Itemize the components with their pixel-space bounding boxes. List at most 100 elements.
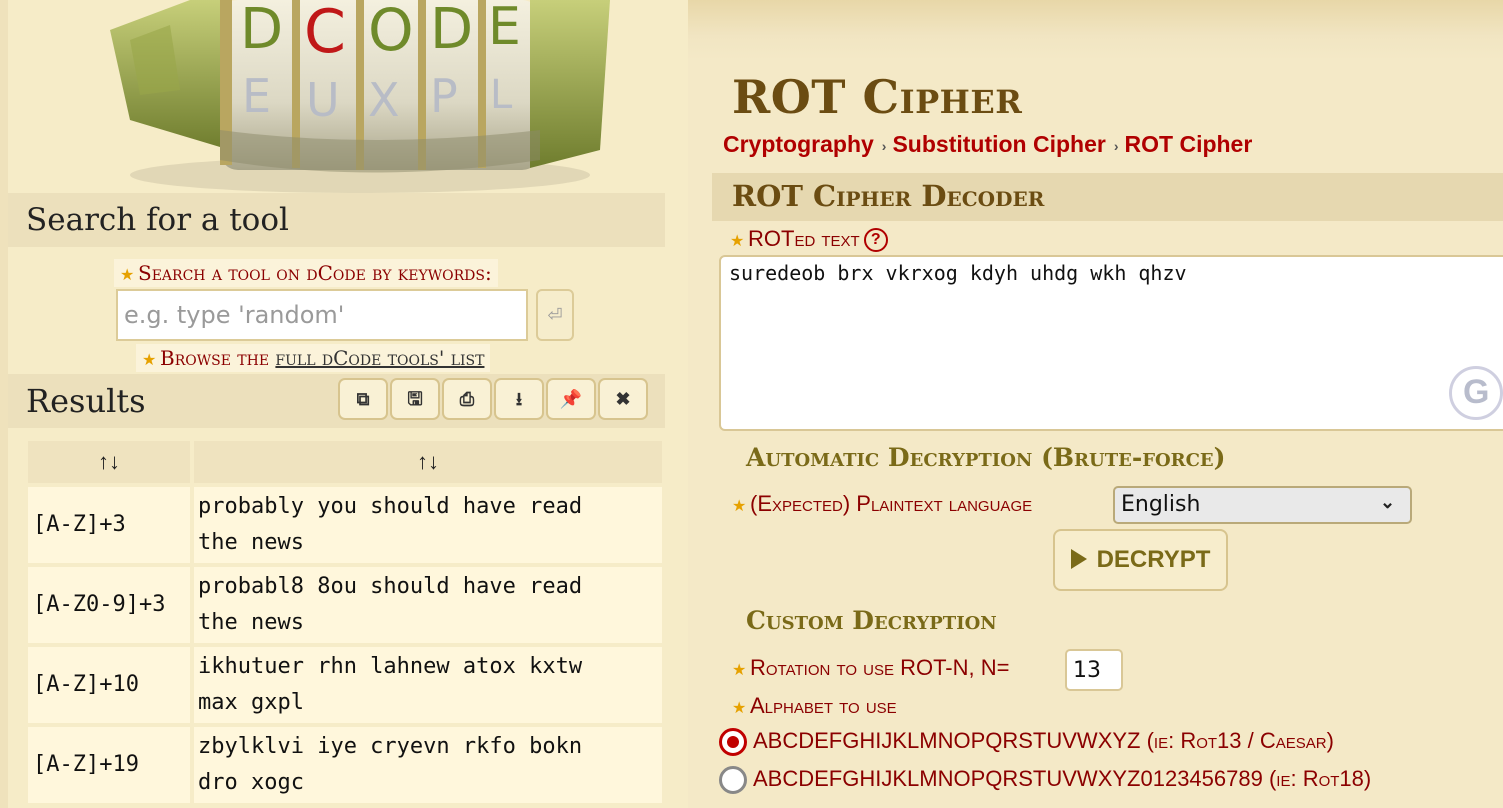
- search-label-text: Search a tool on dCode by keywords:: [138, 261, 492, 285]
- svg-text:D: D: [240, 0, 283, 62]
- table-row[interactable]: [A-Z]+19 zbylklvi iye cryevn rkfo bokn dr…: [28, 727, 662, 803]
- breadcrumb-rot-cipher[interactable]: ROT Cipher: [1125, 131, 1253, 157]
- ciphertext-label-text: ROTed text: [748, 226, 860, 251]
- enter-icon: ⏎: [547, 305, 563, 325]
- alphabet-value: ABCDEFGHIJKLMNOPQRSTUVWXYZ: [753, 728, 1141, 753]
- grammarly-icon[interactable]: [1449, 366, 1503, 420]
- result-text: ikhutuer rhn lahnew atox kxtw max gxpl: [194, 647, 662, 723]
- page-title: ROT Cipher: [732, 70, 1023, 124]
- result-key: [A-Z0-9]+3: [28, 567, 190, 643]
- radio-unchecked[interactable]: [719, 766, 747, 795]
- search-label: ★ Search a tool on dCode by keywords:: [114, 259, 498, 287]
- auto-decryption-title: Automatic Decryption (Brute-force): [746, 443, 1226, 472]
- ciphertext-input[interactable]: suredeob brx vkrxog kdyh uhdg wkh qhzv: [719, 255, 1503, 431]
- close-button[interactable]: ✖: [598, 378, 648, 420]
- sort-header-text[interactable]: ↑↓: [194, 441, 662, 483]
- star-icon: ★: [732, 662, 747, 679]
- decrypt-button[interactable]: DECRYPT: [1053, 529, 1228, 591]
- result-line: the news: [198, 610, 304, 635]
- browse-prefix: Browse the: [160, 346, 276, 370]
- radio-checked[interactable]: [719, 728, 747, 757]
- result-line: probabl8 8ou should have read: [198, 574, 583, 599]
- result-key: [A-Z]+19: [28, 727, 190, 803]
- print-button[interactable]: ⎙: [442, 378, 492, 420]
- alphabet-value: ABCDEFGHIJKLMNOPQRSTUVWXYZ0123456789: [753, 766, 1263, 791]
- svg-text:C: C: [304, 0, 346, 67]
- header-parchment: [688, 0, 1503, 60]
- pin-button[interactable]: 📌: [546, 378, 596, 420]
- results-toolbar: ⧉ 🖫 ⎙ ⭳ 📌 ✖: [338, 378, 648, 420]
- dcode-logo[interactable]: D C O D E E U X P L: [70, 0, 650, 195]
- rotation-label: ★ Rotation to use ROT-N, N=: [732, 655, 1009, 681]
- star-icon: ★: [732, 498, 747, 515]
- breadcrumb: Cryptography › Substitution Cipher › ROT Cip…: [723, 131, 1252, 158]
- result-line: probably you should have read: [198, 494, 583, 519]
- breadcrumb-separator-icon: ›: [881, 137, 887, 154]
- svg-text:E: E: [488, 0, 521, 57]
- sidebar-edge: [0, 0, 8, 808]
- left-sidebar: D C O D E E U X P L Search for a tool ★ S…: [0, 0, 688, 808]
- result-line: ikhutuer rhn lahnew atox kxtw: [198, 654, 583, 679]
- table-row[interactable]: [A-Z]+3 probably you should have read the…: [28, 487, 662, 563]
- language-label: ★ (Expected) Plaintext language: [732, 491, 1032, 517]
- language-select[interactable]: English: [1113, 486, 1412, 524]
- sort-header-key[interactable]: ↑↓: [28, 441, 190, 483]
- svg-text:O: O: [368, 0, 414, 64]
- decoder-title: ROT Cipher Decoder: [732, 179, 1045, 213]
- svg-text:L: L: [490, 72, 513, 118]
- star-icon: ★: [730, 233, 745, 250]
- result-key: [A-Z]+10: [28, 647, 190, 723]
- print-icon: ⎙: [459, 389, 475, 409]
- play-icon: [1070, 549, 1087, 569]
- star-icon: ★: [120, 265, 135, 284]
- table-row[interactable]: [A-Z0-9]+3 probabl8 8ou should have read…: [28, 567, 662, 643]
- result-line: the news: [198, 530, 304, 555]
- results-panel: Results ⧉ 🖫 ⎙ ⭳ 📌 ✖: [8, 374, 665, 428]
- star-icon: ★: [732, 700, 747, 717]
- help-icon[interactable]: ?: [863, 228, 888, 253]
- star-icon: ★: [142, 350, 157, 369]
- rotation-input[interactable]: [1065, 649, 1123, 691]
- svg-text:X: X: [368, 73, 400, 127]
- search-input[interactable]: [116, 289, 528, 341]
- breadcrumb-separator-icon: ›: [1113, 137, 1119, 154]
- results-title: Results: [26, 382, 146, 420]
- breadcrumb-substitution[interactable]: Substitution Cipher: [892, 131, 1105, 157]
- result-text: probabl8 8ou should have read the news: [194, 567, 662, 643]
- chevron-down-icon: ⌄: [1380, 492, 1396, 512]
- result-line: dro xogc: [198, 770, 304, 795]
- browse-tools-link[interactable]: full dCode tools' list: [275, 346, 484, 370]
- alphabet-note: (ie: Rot18): [1268, 766, 1372, 791]
- search-submit-button[interactable]: ⏎: [536, 289, 574, 341]
- copy-icon: ⧉: [356, 389, 370, 409]
- result-key: [A-Z]+3: [28, 487, 190, 563]
- download-icon: ⭳: [515, 389, 523, 409]
- alphabet-option-az[interactable]: ABCDEFGHIJKLMNOPQRSTUVWXYZ (ie: Rot13 / …: [719, 728, 1334, 757]
- svg-text:U: U: [306, 73, 340, 127]
- breadcrumb-cryptography[interactable]: Cryptography: [723, 131, 874, 157]
- alphabet-option-az09[interactable]: ABCDEFGHIJKLMNOPQRSTUVWXYZ0123456789 (ie…: [719, 766, 1372, 795]
- download-button[interactable]: ⭳: [494, 378, 544, 420]
- result-text: probably you should have read the news: [194, 487, 662, 563]
- pin-icon: 📌: [559, 389, 583, 409]
- svg-text:E: E: [242, 69, 271, 123]
- alphabet-label: ★ Alphabet to use: [732, 693, 897, 719]
- decrypt-button-label: DECRYPT: [1096, 546, 1211, 573]
- table-row[interactable]: [A-Z]+10 ikhutuer rhn lahnew atox kxtw ma…: [28, 647, 662, 723]
- result-line: zbylklvi iye cryevn rkfo bokn: [198, 734, 583, 759]
- main-content: ROT Cipher Cryptography › Substitution Cip…: [688, 0, 1503, 808]
- decoder-panel: ROT Cipher Decoder: [712, 173, 1503, 221]
- alphabet-label-text: Alphabet to use: [750, 693, 897, 718]
- results-table: ↑↓ ↑↓ [A-Z]+3 probably you should have r…: [24, 437, 666, 807]
- search-title: Search for a tool: [26, 202, 289, 238]
- ciphertext-label: ★ ROTed text?: [730, 226, 888, 253]
- copy-button[interactable]: ⧉: [338, 378, 388, 420]
- save-button[interactable]: 🖫: [390, 378, 440, 420]
- language-label-text: (Expected) Plaintext language: [750, 491, 1033, 516]
- svg-text:P: P: [430, 69, 458, 123]
- save-icon: 🖫: [407, 389, 423, 409]
- alphabet-note: (ie: Rot13 / Caesar): [1146, 728, 1334, 753]
- custom-decryption-title: Custom Decryption: [746, 606, 997, 635]
- result-text: zbylklvi iye cryevn rkfo bokn dro xogc: [194, 727, 662, 803]
- search-panel: Search for a tool: [8, 193, 665, 247]
